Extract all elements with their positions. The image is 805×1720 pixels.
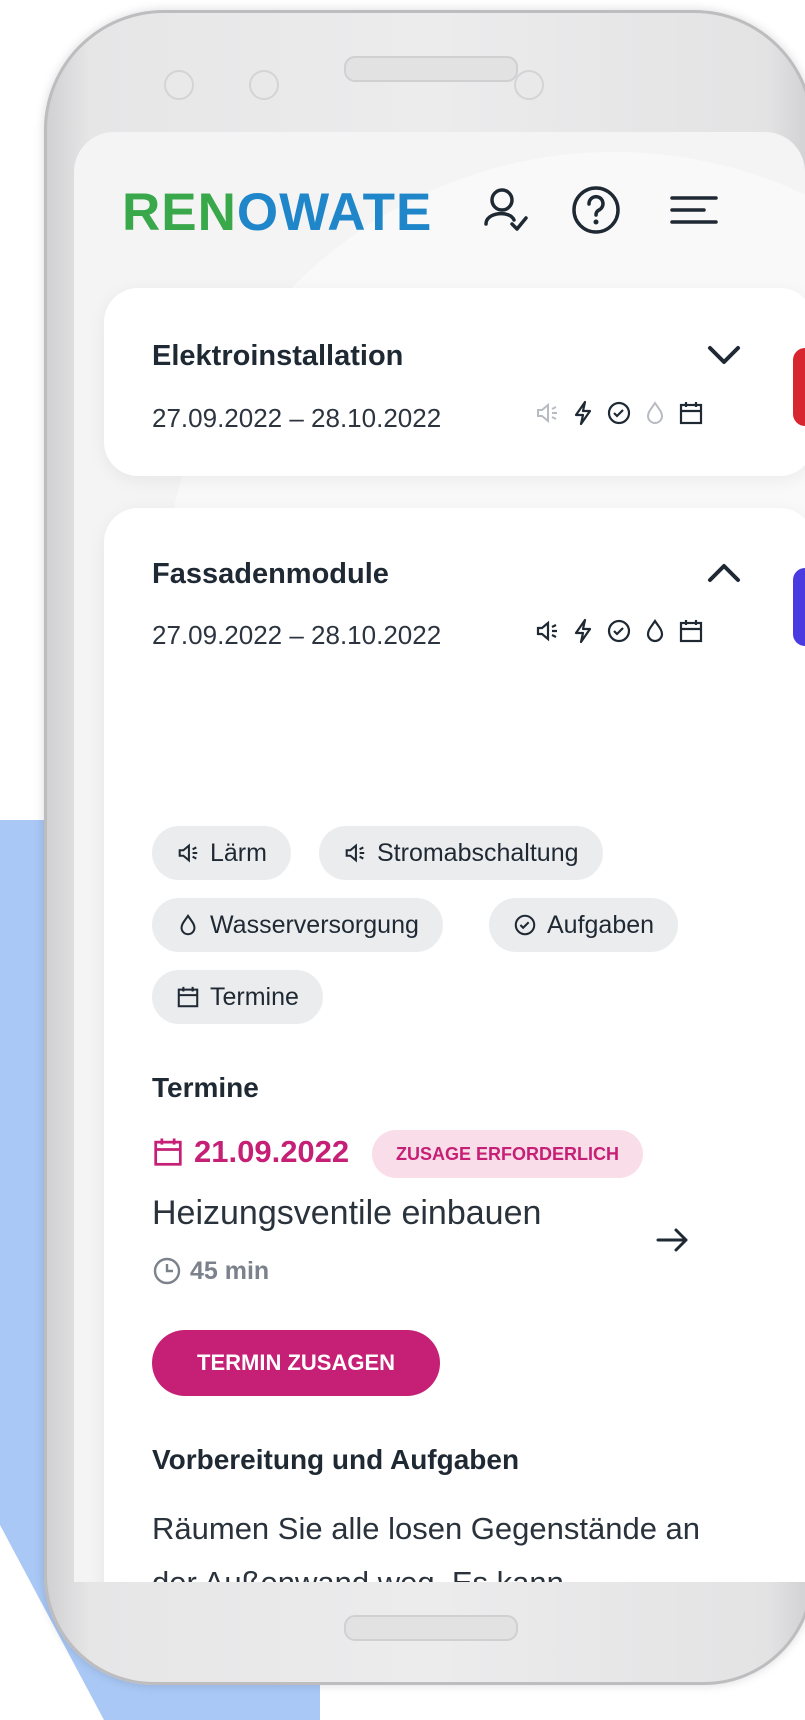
trade-card-fassadenmodule: Fassadenmodule 27.09.2022 – 28.10.2022 <box>104 508 805 1582</box>
appointment-date-text: 21.09.2022 <box>194 1134 350 1169</box>
drop-icon <box>642 400 668 426</box>
calendar-icon <box>176 985 200 1009</box>
help-circle-icon[interactable] <box>566 180 626 240</box>
check-circle-icon <box>513 913 537 937</box>
status-badge: ZUSAGE ERFORDERLICH <box>372 1130 644 1178</box>
status-icons <box>534 400 704 426</box>
sensor-dot <box>249 70 279 100</box>
app-screen: RENOWATE Elektroinstallation 27.09.2022 … <box>74 132 805 1582</box>
accept-appointment-button[interactable]: TERMIN ZUSAGEN <box>152 1330 440 1396</box>
chip-label: Wasserversorgung <box>210 910 419 939</box>
card-accent-tab <box>793 568 805 646</box>
filter-chip-aufgaben[interactable]: Aufgaben <box>489 898 679 952</box>
drop-icon <box>642 618 668 644</box>
appointment-duration: 45 min <box>152 1256 269 1286</box>
renowate-logo[interactable]: RENOWATE <box>122 182 432 243</box>
speaker-icon <box>343 841 367 865</box>
filter-chip-wasserversorgung[interactable]: Wasserversorgung <box>152 898 443 952</box>
chip-label: Termine <box>210 982 299 1011</box>
preparation-text: Räumen Sie alle losen Gegenstände an der… <box>152 1511 701 1582</box>
calendar-icon <box>152 1136 184 1168</box>
termine-heading: Termine <box>152 1072 259 1103</box>
clock-icon <box>152 1256 182 1286</box>
logo-text-o: O <box>236 183 280 242</box>
appointment-title: Heizungsventile einbauen <box>152 1194 542 1232</box>
user-check-icon[interactable] <box>474 180 534 240</box>
chevron-up-icon[interactable] <box>704 558 744 588</box>
logo-text-blue: WATE <box>279 183 433 242</box>
duration-text: 45 min <box>190 1256 270 1285</box>
card-date-range: 27.09.2022 – 28.10.2022 <box>152 403 442 433</box>
bottom-speaker <box>344 1615 518 1641</box>
filter-chip-laerm[interactable]: Lärm <box>152 826 291 880</box>
earpiece-speaker <box>344 56 518 82</box>
arrow-right-icon[interactable] <box>652 1220 692 1260</box>
filter-chip-termine[interactable]: Termine <box>152 970 323 1024</box>
chip-label: Aufgaben <box>547 910 655 939</box>
chip-label: Stromabschaltung <box>377 838 579 867</box>
card-title: Fassadenmodule <box>152 558 389 590</box>
calendar-icon <box>678 618 704 644</box>
check-circle-icon <box>606 618 632 644</box>
menu-icon[interactable] <box>664 180 724 240</box>
front-camera <box>514 70 544 100</box>
card-accent-tab <box>793 348 805 426</box>
speaker-icon <box>534 618 560 644</box>
trade-card-elektroinstallation[interactable]: Elektroinstallation 27.09.2022 – 28.10.2… <box>104 288 805 476</box>
drop-icon <box>176 913 200 937</box>
chevron-down-icon[interactable] <box>704 340 744 370</box>
preparation-heading: Vorbereitung und Aufgaben <box>152 1444 520 1475</box>
bolt-icon <box>570 400 596 426</box>
filter-chip-stromabschaltung[interactable]: Stromabschaltung <box>319 826 603 880</box>
speaker-icon <box>534 400 560 426</box>
calendar-icon <box>678 400 704 426</box>
bolt-icon <box>570 618 596 644</box>
logo-text-green: REN <box>122 183 237 242</box>
app-header: RENOWATE <box>74 132 805 292</box>
sensor-dot <box>164 70 194 100</box>
card-title: Elektroinstallation <box>152 340 404 372</box>
chip-label: Lärm <box>210 838 267 867</box>
status-icons <box>534 618 704 644</box>
appointment-date: 21.09.2022 <box>152 1134 349 1170</box>
check-circle-icon <box>606 400 632 426</box>
card-date-range: 27.09.2022 – 28.10.2022 <box>152 620 442 650</box>
speaker-icon <box>176 841 200 865</box>
